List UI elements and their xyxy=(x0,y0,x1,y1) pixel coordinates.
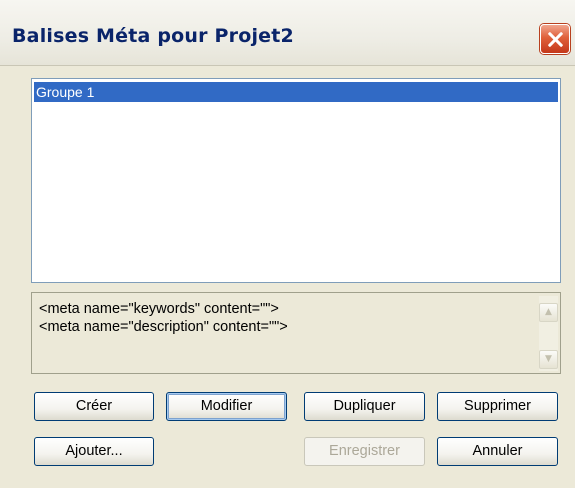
dialog-window: Balises Méta pour Projet2 Groupe 1 <meta… xyxy=(0,0,575,488)
delete-button[interactable]: Supprimer xyxy=(437,392,558,421)
list-item-label: Groupe 1 xyxy=(36,84,95,100)
meta-preview-box: <meta name="keywords" content=""> <meta … xyxy=(31,292,561,374)
modify-button[interactable]: Modifier xyxy=(166,392,287,421)
delete-button-label: Supprimer xyxy=(464,398,531,414)
close-icon[interactable] xyxy=(540,24,570,54)
vertical-scrollbar[interactable]: ▲ ▼ xyxy=(539,296,558,371)
create-button[interactable]: Créer xyxy=(34,392,154,421)
duplicate-button[interactable]: Dupliquer xyxy=(304,392,425,421)
meta-line-keywords: <meta name="keywords" content=""> xyxy=(39,301,279,317)
title-bar[interactable]: Balises Méta pour Projet2 xyxy=(0,0,575,66)
modify-button-label: Modifier xyxy=(200,398,253,414)
window-title: Balises Méta pour Projet2 xyxy=(12,25,294,47)
list-item[interactable]: Groupe 1 xyxy=(34,82,558,102)
groups-listbox[interactable]: Groupe 1 xyxy=(31,78,561,283)
cancel-button-label: Annuler xyxy=(472,443,523,459)
scroll-up-arrow-icon[interactable]: ▲ xyxy=(539,303,558,322)
add-button-label: Ajouter... xyxy=(65,443,123,459)
add-button[interactable]: Ajouter... xyxy=(34,437,154,466)
create-button-label: Créer xyxy=(75,398,113,414)
meta-line-description: <meta name="description" content=""> xyxy=(39,319,288,335)
save-button[interactable]: Enregistrer xyxy=(304,437,425,466)
scroll-down-arrow-icon[interactable]: ▼ xyxy=(539,350,558,369)
save-button-label: Enregistrer xyxy=(329,443,400,459)
duplicate-button-label: Dupliquer xyxy=(333,398,396,414)
cancel-button[interactable]: Annuler xyxy=(437,437,558,466)
